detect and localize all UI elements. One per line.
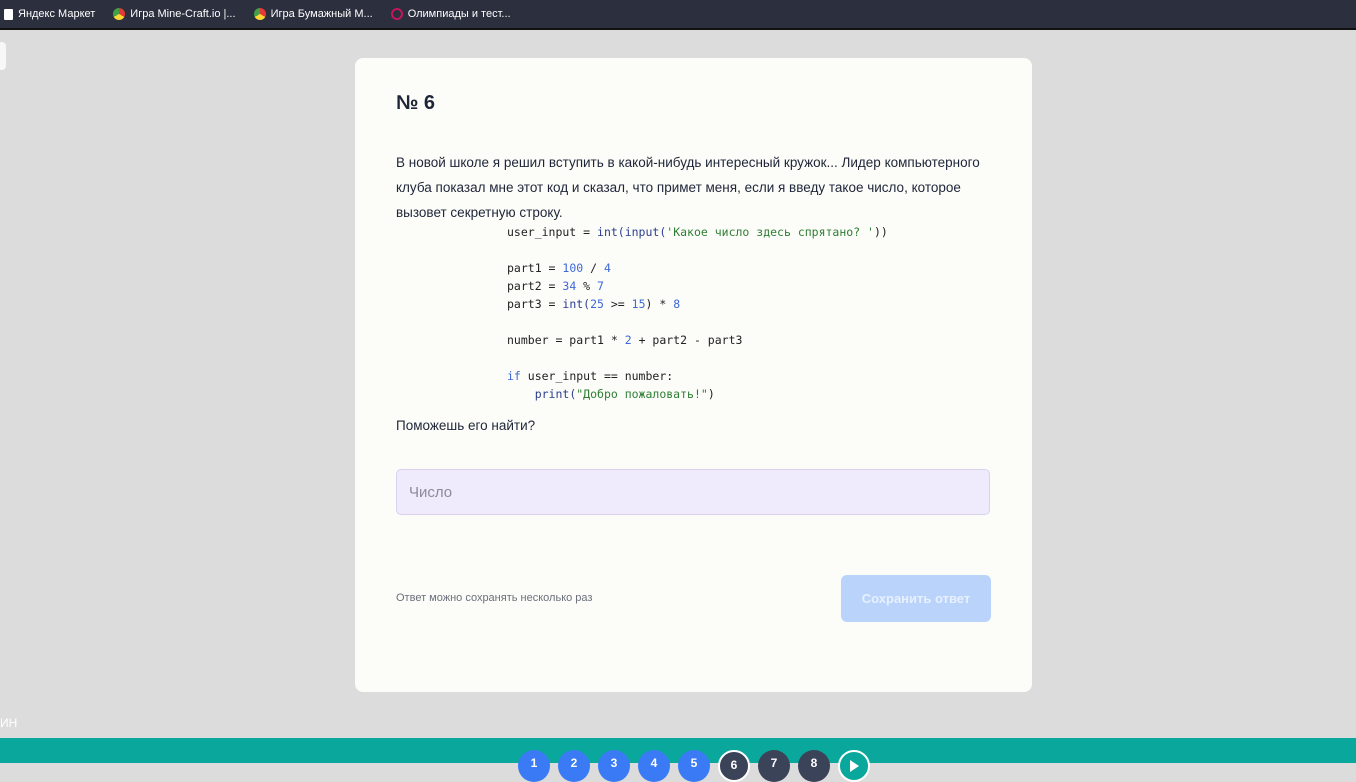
code-string: "Добро пожаловать!" bbox=[576, 387, 708, 401]
code-number: 15 bbox=[631, 297, 646, 311]
question-nav-item[interactable]: 1 bbox=[518, 750, 550, 782]
question-nav-item[interactable]: 7 bbox=[758, 750, 790, 782]
code-token: part3 = bbox=[507, 297, 563, 311]
question-nav-list: 1 2 3 4 5 6 7 8 bbox=[518, 750, 870, 782]
bookmarks-bar: Яндекс Маркет Игра Mine-Craft.io |... Иг… bbox=[0, 0, 1356, 30]
code-number: 4 bbox=[603, 261, 611, 275]
document-icon bbox=[4, 8, 13, 20]
code-number: 25 bbox=[590, 297, 604, 311]
code-token: user_input = bbox=[507, 225, 598, 239]
question-nav-item-current[interactable]: 6 bbox=[718, 750, 750, 782]
code-token: int( bbox=[562, 297, 591, 311]
code-string: 'Какое число здесь спрятано? ' bbox=[666, 225, 874, 239]
question-nav-item[interactable]: 8 bbox=[798, 750, 830, 782]
code-token: )) bbox=[873, 225, 888, 239]
question-card: № 6 В новой школе я решил вступить в как… bbox=[355, 58, 1032, 692]
code-token: user_input == number: bbox=[520, 369, 674, 383]
code-token: >= bbox=[603, 297, 632, 311]
play-icon bbox=[849, 760, 859, 772]
bookmark-item[interactable]: Яндекс Маркет bbox=[0, 8, 99, 20]
question-help-text: Поможешь его найти? bbox=[396, 418, 536, 433]
question-navigation-bar: 1 2 3 4 5 6 7 8 bbox=[0, 738, 1356, 782]
side-panel-tab[interactable] bbox=[0, 42, 6, 70]
side-text: ИН bbox=[0, 716, 18, 730]
bookmark-item[interactable]: Игра Mine-Craft.io |... bbox=[109, 8, 239, 20]
globe-icon bbox=[390, 8, 403, 20]
question-nav-item[interactable]: 5 bbox=[678, 750, 710, 782]
bookmark-label: Яндекс Маркет bbox=[18, 8, 96, 20]
code-number: 8 bbox=[673, 297, 681, 311]
save-hint: Ответ можно сохранять несколько раз bbox=[396, 592, 593, 604]
code-token: int(input( bbox=[597, 225, 667, 239]
code-number: 7 bbox=[597, 279, 604, 293]
bookmark-label: Олимпиады и тест... bbox=[407, 8, 511, 20]
code-token: print( bbox=[534, 387, 577, 401]
code-number: 100 bbox=[562, 261, 584, 275]
code-number: 2 bbox=[624, 333, 632, 347]
code-token: part2 = bbox=[507, 279, 563, 293]
code-block: user_input = int(input('Какое число здес… bbox=[507, 223, 888, 403]
next-question-button[interactable] bbox=[838, 750, 870, 782]
bookmark-item[interactable]: Олимпиады и тест... bbox=[387, 8, 515, 20]
answer-input[interactable] bbox=[396, 469, 990, 515]
code-token: % bbox=[576, 279, 598, 293]
code-number: 34 bbox=[562, 279, 577, 293]
code-token: ) bbox=[707, 387, 715, 401]
bookmark-label: Игра Бумажный М... bbox=[270, 8, 373, 20]
save-answer-button[interactable]: Сохранить ответ bbox=[841, 575, 991, 622]
question-title: № 6 bbox=[396, 92, 435, 114]
code-token: / bbox=[583, 261, 604, 275]
question-nav-item[interactable]: 3 bbox=[598, 750, 630, 782]
bookmark-item[interactable]: Игра Бумажный М... bbox=[250, 8, 377, 20]
code-token: + part2 - part3 bbox=[631, 333, 743, 347]
code-token: ) * bbox=[645, 297, 674, 311]
code-keyword: if bbox=[507, 369, 521, 383]
question-nav-item[interactable]: 4 bbox=[638, 750, 670, 782]
game-icon bbox=[253, 8, 266, 20]
question-nav-item[interactable]: 2 bbox=[558, 750, 590, 782]
question-text: В новой школе я решил вступить в какой-н… bbox=[396, 155, 980, 220]
code-token: part1 = bbox=[507, 261, 563, 275]
code-token: number = part1 * bbox=[507, 333, 625, 347]
game-icon bbox=[113, 8, 126, 20]
bookmark-label: Игра Mine-Craft.io |... bbox=[130, 8, 236, 20]
